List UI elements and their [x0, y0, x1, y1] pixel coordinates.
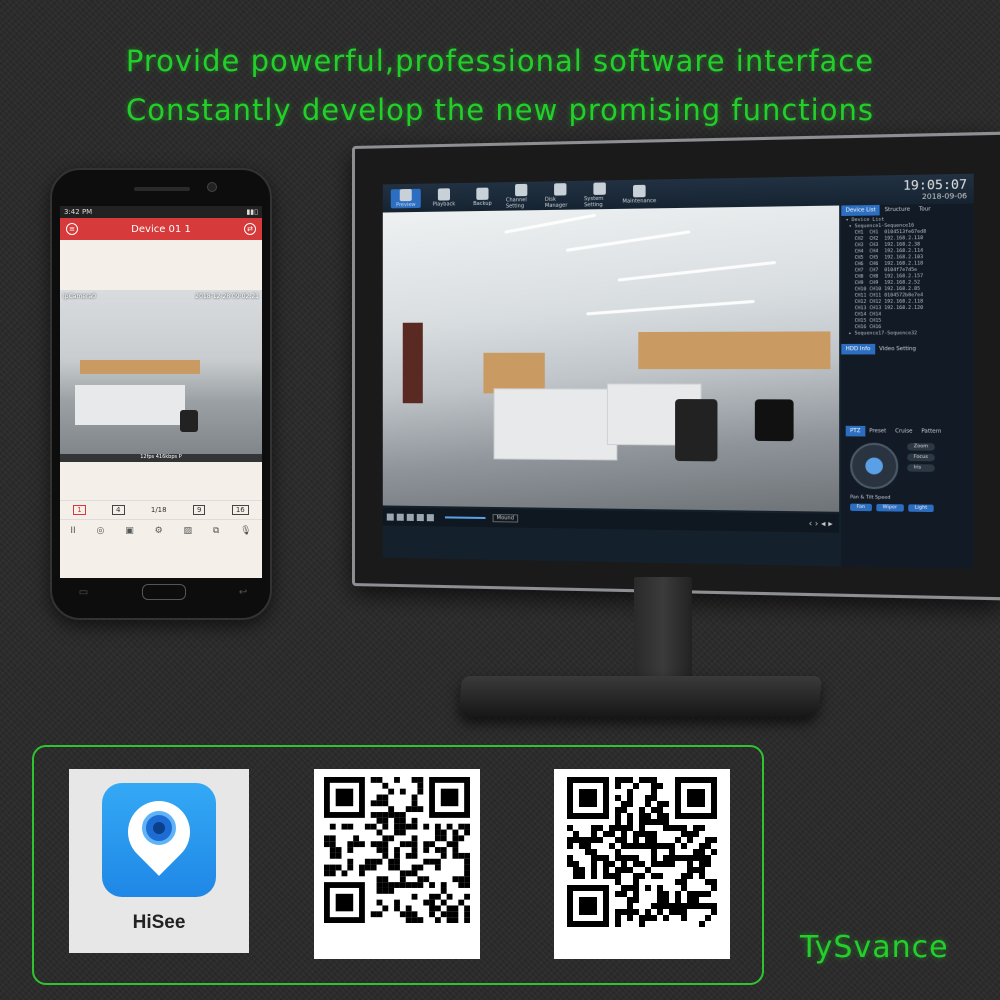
device-tree: ▾ Device List ▾ Sequence1-Sequence16 CH1…: [841, 214, 973, 340]
android-label: Android: [603, 929, 681, 951]
ptz-direction-pad[interactable]: [850, 442, 899, 490]
tab-device-list[interactable]: Device List: [841, 204, 881, 216]
battery-icon: ▮▮▯: [246, 208, 258, 216]
ptz-tabs: PTZ Preset Cruise Pattern: [845, 425, 970, 437]
page-nav-icons[interactable]: ‹ › ◂ ▸: [809, 518, 833, 528]
osd-camera-name: IpCamera0: [63, 293, 96, 300]
phone-nav-bar: ▭ ↩: [52, 584, 274, 600]
ptz-lens-buttons: Zoom Focus Iris: [907, 443, 935, 472]
record-icon[interactable]: ▣: [125, 526, 134, 536]
ptz-panel: PTZ Preset Cruise Pattern Zoom Focus Iri…: [845, 425, 970, 516]
phone-video-view[interactable]: IpCamera0 2018-12-28 09:02:21 12fps 416k…: [60, 290, 262, 462]
hisee-app-icon[interactable]: [102, 783, 216, 897]
phone-header: ≡ Device 01 1 ⇄: [60, 218, 262, 240]
light-button[interactable]: Light: [908, 504, 934, 513]
toolbar-playback[interactable]: Playback: [429, 187, 459, 208]
pause-icon[interactable]: II: [70, 526, 75, 536]
share-icon[interactable]: ⇄: [244, 223, 256, 235]
toolbar-system-setting[interactable]: System Setting: [584, 181, 615, 208]
split-16-button[interactable]: 16: [231, 505, 249, 515]
microphone-icon[interactable]: 🎙: [240, 526, 251, 536]
camera-lens-icon: [142, 811, 176, 845]
device-tree-item[interactable]: ▸ Sequence17-Sequence32: [846, 331, 970, 338]
monitor-stand-base: [457, 676, 823, 718]
layout-1-icon[interactable]: [386, 513, 394, 521]
desktop-monitor: Preview Playback Backup Channel Setting …: [352, 131, 1000, 601]
menu-icon[interactable]: ≡: [66, 223, 78, 235]
fan-button[interactable]: Fan: [850, 503, 872, 512]
quality-icon[interactable]: ▨: [183, 526, 192, 536]
tab-tour[interactable]: Tour: [915, 204, 935, 215]
stream-select[interactable]: Mound: [492, 514, 519, 523]
tab-preset[interactable]: Preset: [865, 426, 891, 437]
ptz-actions: Fan Wiper Light: [846, 500, 970, 515]
layout-16-icon[interactable]: [416, 513, 424, 521]
nvr-bottom-bar: Mound ‹ › ◂ ▸: [382, 507, 840, 533]
nvr-side-panel: Device List Structure Tour ▾ Device List…: [841, 203, 974, 569]
clock-time: 19:05:07: [902, 177, 968, 193]
iris-button[interactable]: Iris: [907, 464, 935, 472]
tab-pattern[interactable]: Pattern: [917, 426, 946, 437]
zoom-button[interactable]: Zoom: [907, 443, 935, 451]
phone-status-bar: 3:42 PM ▮▮▯: [60, 206, 262, 218]
recent-apps-icon[interactable]: ▭: [79, 587, 88, 598]
phone-header-title: Device 01 1: [131, 223, 191, 235]
back-icon[interactable]: ↩: [239, 587, 247, 598]
tab-structure[interactable]: Structure: [880, 204, 914, 215]
osd-timestamp: 2018-12-28 09:02:21: [195, 293, 259, 300]
toolbar-maintenance[interactable]: Maintenance: [622, 184, 656, 204]
toolbar-disk-manager[interactable]: Disk Manager: [545, 182, 576, 209]
toolbar-backup[interactable]: Backup: [467, 187, 497, 207]
fullscreen-icon[interactable]: ⧉: [213, 526, 219, 536]
smartphone: 3:42 PM ▮▮▯ ≡ Device 01 1 ⇄ IpCamera0 20…: [50, 168, 272, 620]
phone-screen: 3:42 PM ▮▮▯ ≡ Device 01 1 ⇄ IpCamera0 20…: [60, 206, 262, 578]
app-card: HiSee: [69, 769, 249, 953]
tab-cruise[interactable]: Cruise: [891, 426, 917, 437]
toolbar-preview[interactable]: Preview: [390, 188, 421, 208]
layout-custom-icon[interactable]: [426, 513, 434, 521]
split-4-button[interactable]: 4: [112, 505, 125, 515]
layout-9-icon[interactable]: [406, 513, 414, 521]
headline-2: Constantly develop the new promising fun…: [126, 93, 874, 127]
monitor-stand-neck: [634, 577, 692, 685]
nvr-clock: 19:05:07 2018-09-06: [903, 177, 967, 201]
tab-ptz[interactable]: PTZ: [845, 425, 865, 437]
phone-speaker: [134, 187, 190, 191]
wiper-button[interactable]: Wiper: [876, 503, 904, 512]
tab-hdd-info[interactable]: HDD Info: [841, 343, 875, 355]
app-name: HiSee: [132, 912, 186, 933]
bitrate-bar: 12fps 416kbps P: [60, 454, 262, 462]
qr-code-android-icon: [567, 777, 717, 927]
ios-label: IOS: [379, 929, 415, 951]
ptz-icon[interactable]: ⚙: [155, 526, 163, 536]
qr-code-ios-icon: [324, 777, 470, 923]
split-controls: 1 4 1/18 9 16: [60, 500, 262, 520]
phone-status-time: 3:42 PM: [64, 208, 93, 216]
home-button[interactable]: [141, 584, 186, 600]
headline-1: Provide powerful,professional software i…: [125, 44, 875, 78]
layout-4-icon[interactable]: [396, 513, 404, 521]
hdd-tabs: HDD Info Video Setting: [841, 343, 973, 355]
page-indicator: 1/18: [150, 506, 167, 514]
phone-camera: [207, 182, 217, 192]
nvr-live-video[interactable]: [382, 205, 840, 512]
phone-toolbar: II ◎ ▣ ⚙ ▨ ⧉ 🎙: [60, 520, 262, 542]
tab-video-setting[interactable]: Video Setting: [875, 344, 921, 355]
volume-slider[interactable]: [444, 516, 486, 520]
nvr-software-screen: Preview Playback Backup Channel Setting …: [382, 173, 974, 569]
toolbar-channel-setting[interactable]: Channel Setting: [506, 183, 537, 209]
split-9-button[interactable]: 9: [192, 505, 206, 515]
focus-button[interactable]: Focus: [907, 453, 935, 462]
brand-logo: TySvance: [800, 930, 949, 965]
clock-date: 2018-09-06: [921, 191, 968, 202]
split-1-button[interactable]: 1: [73, 505, 86, 515]
snapshot-icon[interactable]: ◎: [97, 526, 105, 536]
